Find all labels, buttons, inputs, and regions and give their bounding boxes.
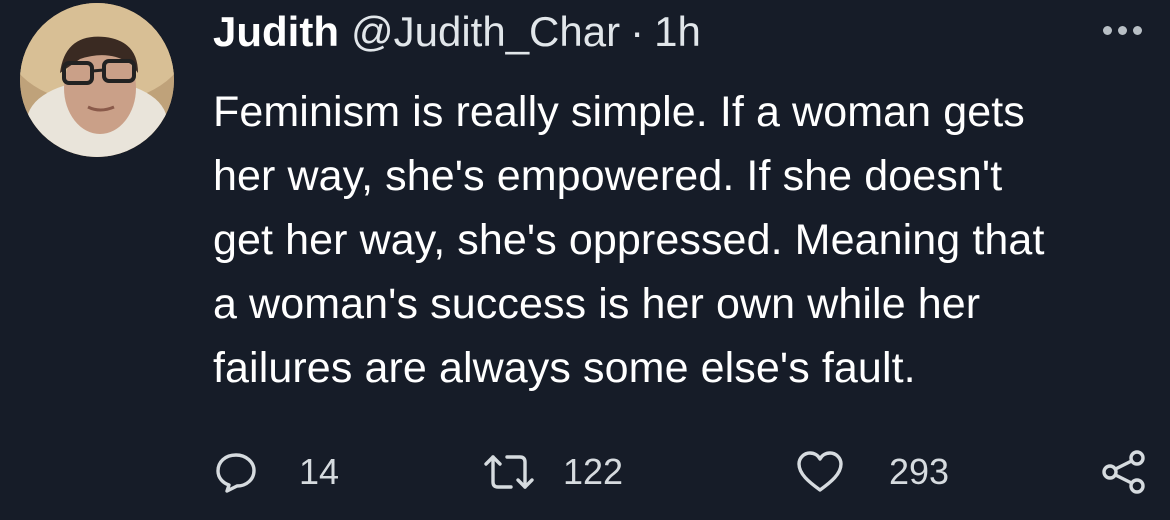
like-count: 293 [889, 451, 950, 492]
tweet-text: Feminism is really simple. If a woman ge… [213, 80, 1153, 400]
reply-button[interactable]: 14 [213, 442, 339, 502]
more-dot [1103, 26, 1112, 35]
reply-icon [213, 449, 259, 495]
tweet-header: Judith @Judith_Char · 1h [213, 8, 701, 68]
like-button[interactable]: 293 [795, 442, 949, 502]
tweet-text-line: get her way, she's oppressed. Meaning th… [213, 216, 1045, 264]
display-name[interactable]: Judith [213, 8, 339, 56]
avatar-image [20, 3, 174, 157]
reply-count: 14 [299, 451, 340, 492]
heart-icon [795, 449, 845, 495]
user-handle[interactable]: @Judith_Char [351, 8, 620, 56]
share-icon [1100, 448, 1148, 496]
header-separator: · [630, 8, 645, 55]
retweet-icon [481, 449, 537, 495]
more-horizontal-icon[interactable] [1103, 26, 1142, 35]
retweet-count: 122 [563, 451, 624, 492]
more-dot [1133, 26, 1142, 35]
tweet-text-line: Feminism is really simple. If a woman ge… [213, 88, 1025, 136]
tweet-card[interactable]: Judith @Judith_Char · 1h Feminism is rea… [0, 0, 1170, 520]
share-button[interactable] [1100, 442, 1148, 502]
tweet-actions: 14 122 293 [213, 442, 1148, 502]
avatar[interactable] [20, 3, 174, 157]
tweet-text-line: her way, she's empowered. If she doesn't [213, 152, 1003, 200]
tweet-text-line: failures are always some else's fault. [213, 344, 916, 392]
retweet-button[interactable]: 122 [481, 442, 623, 502]
timestamp[interactable]: 1h [654, 8, 701, 56]
tweet-text-line: a woman's success is her own while her [213, 280, 981, 328]
more-dot [1118, 26, 1127, 35]
